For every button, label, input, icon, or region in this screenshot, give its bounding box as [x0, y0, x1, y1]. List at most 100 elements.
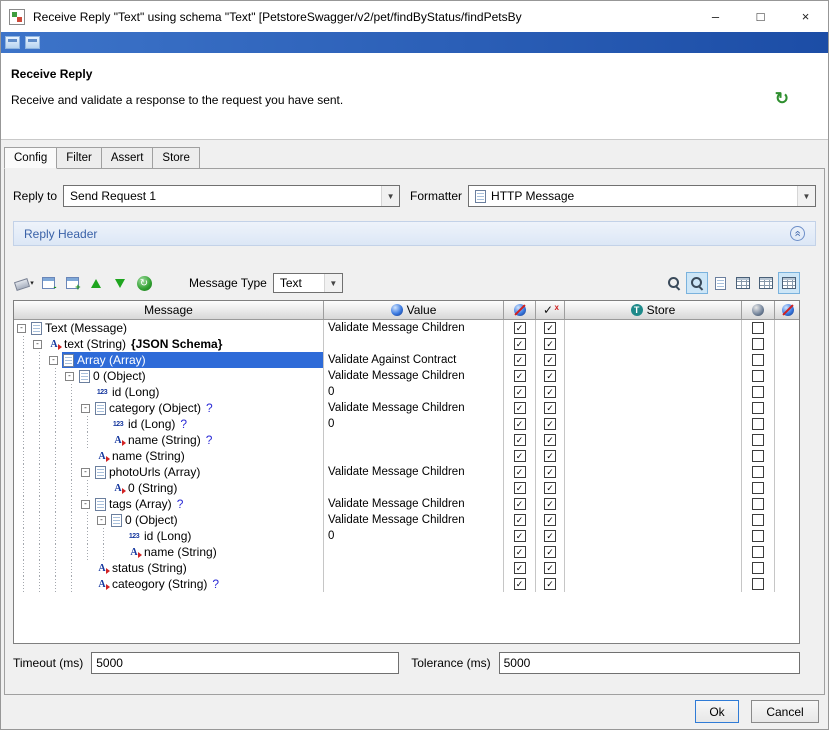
zoom-in-icon[interactable]	[663, 272, 685, 294]
form-view-icon[interactable]	[709, 272, 731, 294]
grid-view-1-icon[interactable]	[732, 272, 754, 294]
store-cell[interactable]	[565, 512, 742, 528]
table-row[interactable]: -Atext (String){JSON Schema}✓✓	[14, 336, 799, 352]
tree-expander-icon[interactable]: -	[33, 340, 42, 349]
store-cell[interactable]	[565, 560, 742, 576]
extra-checkbox[interactable]	[752, 562, 764, 574]
table-row[interactable]: Astatus (String)✓✓	[14, 560, 799, 576]
assert-checkbox[interactable]: ✓	[544, 466, 556, 478]
value-cell[interactable]	[324, 560, 504, 576]
move-down-icon[interactable]	[109, 272, 131, 294]
minimize-button[interactable]: –	[693, 1, 738, 32]
value-cell[interactable]	[324, 544, 504, 560]
message-type-select[interactable]: Text ▼	[273, 273, 343, 293]
table-row[interactable]: 123id (Long)0✓✓	[14, 384, 799, 400]
value-cell[interactable]	[324, 576, 504, 592]
validate-checkbox[interactable]: ✓	[514, 546, 526, 558]
store-cell[interactable]	[565, 576, 742, 592]
value-cell[interactable]: Validate Message Children	[324, 512, 504, 528]
table-row[interactable]: -photoUrls (Array)Validate Message Child…	[14, 464, 799, 480]
store-cell[interactable]	[565, 528, 742, 544]
table-row[interactable]: -Text (Message)Validate Message Children…	[14, 320, 799, 336]
validate-checkbox[interactable]: ✓	[514, 322, 526, 334]
assert-checkbox[interactable]: ✓	[544, 578, 556, 590]
store-cell[interactable]	[565, 320, 742, 336]
extra-checkbox[interactable]	[752, 386, 764, 398]
value-cell[interactable]	[324, 432, 504, 448]
assert-checkbox[interactable]: ✓	[544, 450, 556, 462]
validate-checkbox[interactable]: ✓	[514, 418, 526, 430]
table-row[interactable]: 123id (Long)0✓✓	[14, 528, 799, 544]
store-cell[interactable]	[565, 368, 742, 384]
timeout-input[interactable]	[91, 652, 399, 674]
reply-header-section[interactable]: Reply Header	[13, 221, 816, 246]
validate-checkbox[interactable]: ✓	[514, 370, 526, 382]
extra-checkbox[interactable]	[752, 450, 764, 462]
store-cell[interactable]	[565, 496, 742, 512]
table-row[interactable]: -category (Object)?Validate Message Chil…	[14, 400, 799, 416]
store-cell[interactable]	[565, 400, 742, 416]
chevron-down-icon[interactable]: ▼	[381, 186, 399, 206]
store-cell[interactable]	[565, 336, 742, 352]
extra-checkbox[interactable]	[752, 578, 764, 590]
table-row[interactable]: -0 (Object)Validate Message Children✓✓	[14, 368, 799, 384]
table-row[interactable]: Acateogory (String)?✓✓	[14, 576, 799, 592]
tree-expander-icon[interactable]: -	[49, 356, 58, 365]
refresh-icon[interactable]: ↻	[133, 272, 155, 294]
store-cell[interactable]	[565, 432, 742, 448]
tolerance-input[interactable]	[499, 652, 800, 674]
tree-expander-icon[interactable]: -	[81, 500, 90, 509]
extra-checkbox[interactable]	[752, 354, 764, 366]
value-cell[interactable]: Validate Against Contract	[324, 352, 504, 368]
assert-checkbox[interactable]: ✓	[544, 386, 556, 398]
value-cell[interactable]: Validate Message Children	[324, 496, 504, 512]
extra-checkbox[interactable]	[752, 546, 764, 558]
value-cell[interactable]	[324, 480, 504, 496]
assert-checkbox[interactable]: ✓	[544, 498, 556, 510]
value-cell[interactable]: Validate Message Children	[324, 320, 504, 336]
assert-checkbox[interactable]: ✓	[544, 402, 556, 414]
extra-checkbox[interactable]	[752, 498, 764, 510]
validate-checkbox[interactable]: ✓	[514, 354, 526, 366]
store-cell[interactable]	[565, 416, 742, 432]
value-cell[interactable]: 0	[324, 528, 504, 544]
validate-checkbox[interactable]: ✓	[514, 338, 526, 350]
value-cell[interactable]: Validate Message Children	[324, 400, 504, 416]
ok-button[interactable]: Ok	[695, 700, 739, 723]
zoom-table-icon[interactable]	[686, 272, 708, 294]
collapse-all-icon[interactable]	[37, 272, 59, 294]
chevron-down-icon[interactable]: ▼	[797, 186, 815, 206]
move-up-icon[interactable]	[85, 272, 107, 294]
store-cell[interactable]	[565, 464, 742, 480]
store-cell[interactable]	[565, 352, 742, 368]
validate-checkbox[interactable]: ✓	[514, 514, 526, 526]
value-cell[interactable]: Validate Message Children	[324, 464, 504, 480]
value-cell[interactable]	[324, 448, 504, 464]
collapse-section-icon[interactable]	[790, 226, 805, 241]
assert-checkbox[interactable]: ✓	[544, 514, 556, 526]
grid-view-3-icon[interactable]	[778, 272, 800, 294]
extra-checkbox[interactable]	[752, 514, 764, 526]
grid-view-2-icon[interactable]	[755, 272, 777, 294]
validate-checkbox[interactable]: ✓	[514, 578, 526, 590]
sync-icon[interactable]: ↻	[775, 89, 789, 109]
assert-checkbox[interactable]: ✓	[544, 530, 556, 542]
table-row[interactable]: -tags (Array)?Validate Message Children✓…	[14, 496, 799, 512]
value-cell[interactable]: Validate Message Children	[324, 368, 504, 384]
assert-checkbox[interactable]: ✓	[544, 338, 556, 350]
close-button[interactable]: ×	[783, 1, 828, 32]
value-cell[interactable]: 0	[324, 416, 504, 432]
validate-checkbox[interactable]: ✓	[514, 402, 526, 414]
tab-assert[interactable]: Assert	[101, 147, 154, 168]
extra-checkbox[interactable]	[752, 370, 764, 382]
extra-checkbox[interactable]	[752, 434, 764, 446]
cancel-button[interactable]: Cancel	[751, 700, 819, 723]
tab-filter[interactable]: Filter	[56, 147, 102, 168]
tree-expander-icon[interactable]: -	[81, 468, 90, 477]
assert-checkbox[interactable]: ✓	[544, 370, 556, 382]
tree-expander-icon[interactable]: -	[81, 404, 90, 413]
table-row[interactable]: -Array (Array)Validate Against Contract✓…	[14, 352, 799, 368]
table-row[interactable]: Aname (String)✓✓	[14, 448, 799, 464]
validate-checkbox[interactable]: ✓	[514, 482, 526, 494]
extra-checkbox[interactable]	[752, 338, 764, 350]
